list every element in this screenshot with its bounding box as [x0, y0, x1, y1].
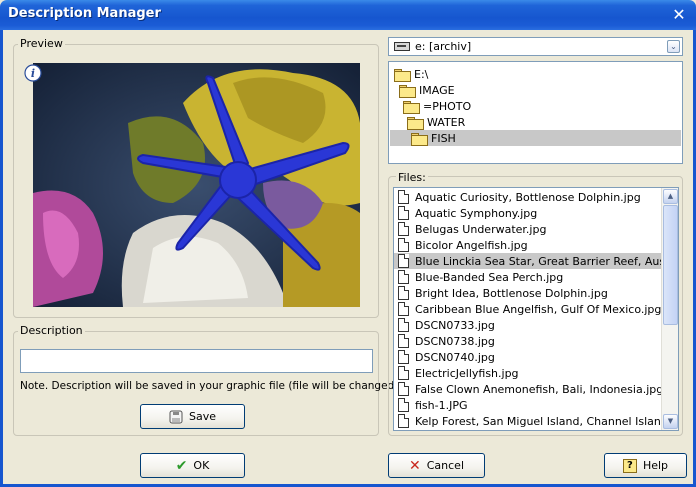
scroll-thumb[interactable] [663, 205, 678, 325]
close-icon[interactable]: ✕ [668, 4, 690, 26]
help-button[interactable]: ? Help [604, 453, 687, 478]
ok-button[interactable]: ✔ OK [140, 453, 245, 478]
save-button[interactable]: Save [140, 404, 245, 429]
cancel-button[interactable]: ✕ Cancel [388, 453, 485, 478]
file-list-item[interactable]: Blue Linckia Sea Star, Great Barrier Ree… [394, 253, 662, 269]
file-icon [398, 334, 409, 348]
save-icon [169, 410, 183, 423]
cancel-label: Cancel [426, 459, 464, 472]
file-list-item[interactable]: fish-1.JPG [394, 397, 662, 413]
drive-value: e: [archiv] [415, 40, 472, 53]
folder-open-icon [411, 132, 428, 146]
file-list-item[interactable]: DSCN0733.jpg [394, 317, 662, 333]
drive-select[interactable]: e: [archiv] ⌄ [388, 37, 683, 56]
tree-item-photo[interactable]: =PHOTO [403, 98, 471, 114]
preview-image [33, 63, 360, 307]
file-list-item[interactable]: DSCN0738.jpg [394, 333, 662, 349]
file-icon [398, 238, 409, 252]
file-icon [398, 366, 409, 380]
title-bar: Description Manager ✕ [0, 0, 696, 30]
file-list-item[interactable]: Kelp Forest, San Miguel Island, Channel … [394, 413, 662, 429]
file-list-item[interactable]: ElectricJellyfish.jpg [394, 365, 662, 381]
description-note: Note. Description will be saved in your … [20, 380, 402, 392]
folder-open-icon [399, 84, 416, 98]
scroll-down-icon[interactable]: ▼ [663, 414, 678, 429]
files-scrollbar[interactable]: ▲ ▼ [661, 188, 678, 430]
preview-label: Preview [18, 37, 65, 50]
file-icon [398, 190, 409, 204]
file-name: Blue-Banded Sea Perch.jpg [415, 270, 564, 284]
tree-item-e[interactable]: E:\ [394, 66, 428, 82]
tree-item-label: FISH [431, 131, 456, 145]
ok-label: OK [193, 459, 210, 472]
file-name: Belugas Underwater.jpg [415, 222, 547, 236]
file-icon [398, 206, 409, 220]
file-name: Caribbean Blue Angelfish, Gulf Of Mexico… [415, 302, 662, 316]
file-list-item[interactable]: Aquatic Curiosity, Bottlenose Dolphin.jp… [394, 189, 662, 205]
scroll-up-icon[interactable]: ▲ [663, 189, 678, 204]
file-icon [398, 254, 409, 268]
file-icon [398, 382, 409, 396]
tree-item-image[interactable]: IMAGE [399, 82, 455, 98]
file-name: Bright Idea, Bottlenose Dolphin.jpg [415, 286, 608, 300]
file-name: DSCN0740.jpg [415, 350, 495, 364]
file-list-item[interactable]: Caribbean Blue Angelfish, Gulf Of Mexico… [394, 301, 662, 317]
cancel-x-icon: ✕ [409, 457, 421, 474]
file-list-item[interactable]: Belugas Underwater.jpg [394, 221, 662, 237]
file-name: DSCN0733.jpg [415, 318, 495, 332]
description-label: Description [18, 324, 85, 337]
file-name: Kelp Forest, San Miguel Island, Channel … [415, 414, 662, 428]
files-list[interactable]: Aquatic Curiosity, Bottlenose Dolphin.jp… [393, 187, 679, 431]
file-icon [398, 318, 409, 332]
svg-text:i: i [31, 67, 35, 80]
check-icon: ✔ [175, 457, 188, 474]
help-icon: ? [622, 458, 637, 473]
info-icon[interactable]: i [23, 64, 43, 82]
tree-item-label: E:\ [414, 67, 429, 81]
window-title: Description Manager [8, 6, 161, 21]
file-name: Life Below the Red Sea, Egypt.jpg [415, 431, 601, 432]
tree-item-fish[interactable]: FISH [390, 130, 681, 146]
file-icon [398, 350, 409, 364]
description-input[interactable] [20, 349, 373, 373]
file-icon [398, 302, 409, 316]
chevron-down-icon[interactable]: ⌄ [667, 40, 680, 53]
file-list-item[interactable]: Aquatic Symphony.jpg [394, 205, 662, 221]
file-name: Aquatic Curiosity, Bottlenose Dolphin.jp… [415, 190, 641, 204]
file-list-item[interactable]: Life Below the Red Sea, Egypt.jpg [394, 429, 662, 432]
file-list-item[interactable]: Blue-Banded Sea Perch.jpg [394, 269, 662, 285]
file-name: DSCN0738.jpg [415, 334, 495, 348]
file-name: ElectricJellyfish.jpg [415, 366, 519, 380]
file-list-item[interactable]: DSCN0740.jpg [394, 349, 662, 365]
folder-tree[interactable]: E:\ IMAGE =PHOTO WATER FISH [388, 61, 683, 164]
file-list-item[interactable]: False Clown Anemonefish, Bali, Indonesia… [394, 381, 662, 397]
folder-open-icon [394, 68, 411, 82]
file-name: fish-1.JPG [415, 398, 468, 412]
file-name: Aquatic Symphony.jpg [415, 206, 538, 220]
file-name: Bicolor Angelfish.jpg [415, 238, 528, 252]
folder-open-icon [407, 116, 424, 130]
starfish-photo [33, 63, 360, 307]
files-label: Files: [396, 171, 428, 184]
file-icon [398, 414, 409, 428]
tree-item-label: =PHOTO [423, 99, 472, 113]
folder-open-icon [403, 100, 420, 114]
file-list-item[interactable]: Bright Idea, Bottlenose Dolphin.jpg [394, 285, 662, 301]
file-icon [398, 286, 409, 300]
file-icon [398, 222, 409, 236]
help-label: Help [642, 459, 669, 472]
tree-item-label: WATER [427, 115, 466, 129]
file-list-item[interactable]: Bicolor Angelfish.jpg [394, 237, 662, 253]
tree-item-label: IMAGE [419, 83, 455, 97]
file-icon [398, 430, 409, 431]
drive-icon [394, 42, 410, 51]
file-icon [398, 398, 409, 412]
file-name: False Clown Anemonefish, Bali, Indonesia… [415, 382, 662, 396]
save-label: Save [188, 410, 216, 423]
tree-item-water[interactable]: WATER [407, 114, 465, 130]
file-name: Blue Linckia Sea Star, Great Barrier Ree… [415, 254, 662, 268]
file-icon [398, 270, 409, 284]
